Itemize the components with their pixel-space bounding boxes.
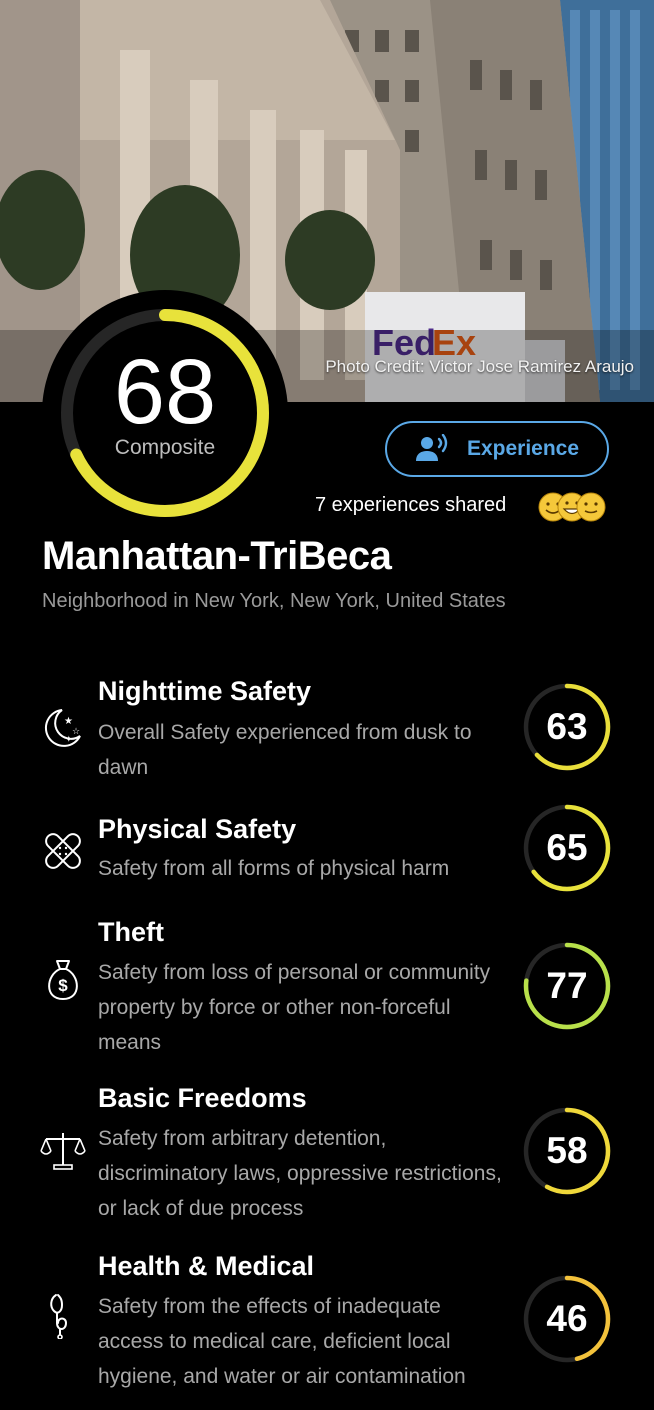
composite-label: Composite bbox=[114, 436, 216, 459]
scales-icon bbox=[40, 1133, 86, 1170]
category-name: Health & Medical bbox=[98, 1251, 315, 1281]
svg-text:★: ★ bbox=[64, 716, 73, 727]
moon-stars-icon: ★ ☆ ✦ bbox=[44, 709, 81, 747]
category-score-ring: 77 bbox=[522, 941, 612, 1031]
location-subtitle: Neighborhood in New York, New York, Unit… bbox=[42, 590, 506, 612]
composite-score-value: 68 bbox=[113, 341, 217, 443]
experience-button[interactable]: Experience bbox=[385, 421, 609, 477]
category-score-value: 63 bbox=[546, 706, 588, 747]
category-name: Physical Safety bbox=[98, 814, 297, 844]
category-score-value: 58 bbox=[546, 1130, 588, 1171]
category-name: Basic Freedoms bbox=[98, 1083, 307, 1113]
category-description: Safety from all forms of physical harm bbox=[98, 857, 450, 880]
category-score-ring: 65 bbox=[522, 803, 612, 893]
category-score-ring: 46 bbox=[522, 1274, 612, 1364]
stethoscope-icon bbox=[50, 1294, 68, 1339]
category-score-ring: 63 bbox=[522, 682, 612, 772]
experiences-count[interactable]: 7 experiences shared bbox=[315, 494, 506, 517]
category-description: Safety from arbitrary detention, discrim… bbox=[98, 1127, 502, 1220]
category-score-value: 46 bbox=[546, 1298, 588, 1339]
category-description: Safety from the effects of inadequate ac… bbox=[98, 1295, 466, 1388]
bandage-icon bbox=[45, 833, 81, 869]
location-title: Manhattan-TriBeca bbox=[42, 534, 392, 578]
svg-text:$: $ bbox=[58, 976, 68, 995]
category-name: Theft bbox=[98, 917, 164, 947]
voice-person-icon bbox=[415, 434, 448, 461]
photo-credit: Photo Credit: Victor Jose Ramirez Araujo bbox=[325, 357, 634, 376]
composite-score-gauge: 68 Composite bbox=[42, 290, 288, 536]
category-description: Safety from loss of personal or communit… bbox=[98, 961, 491, 1054]
experience-button-label: Experience bbox=[466, 437, 580, 460]
category-score-value: 77 bbox=[546, 965, 588, 1006]
money-bag-icon: $ bbox=[48, 960, 78, 1000]
svg-text:☆: ☆ bbox=[72, 727, 80, 737]
category-score-value: 65 bbox=[546, 827, 588, 868]
category-score-ring: 58 bbox=[522, 1106, 612, 1196]
category-name: Nighttime Safety bbox=[98, 676, 312, 706]
category-description: Overall Safety experienced from dusk to … bbox=[98, 721, 472, 779]
emoji-reactions-icon bbox=[538, 492, 606, 522]
svg-text:✦: ✦ bbox=[65, 735, 73, 745]
